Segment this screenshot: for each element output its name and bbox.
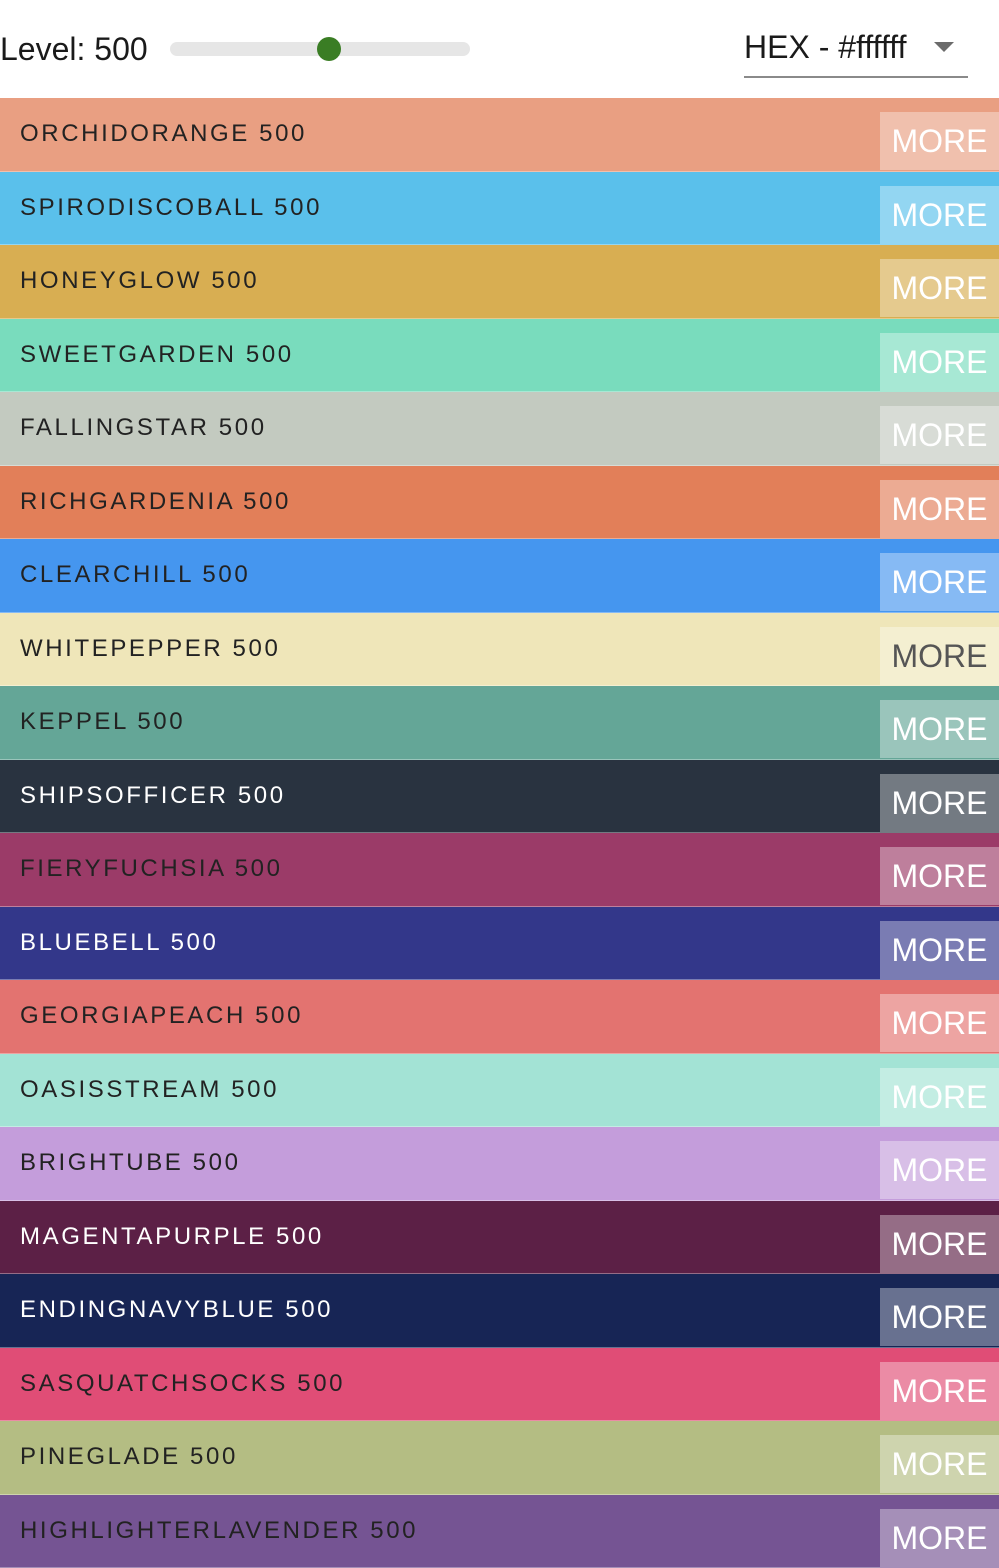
color-row[interactable]: ENDINGNAVYBLUE 500 MORE — [0, 1274, 999, 1348]
level-label: Level: 500 — [0, 31, 148, 67]
color-row[interactable]: CLEARCHILL 500 MORE — [0, 539, 999, 613]
color-row[interactable]: ORCHIDORANGE 500 MORE — [0, 98, 999, 172]
color-name: PINEGLADE 500 — [20, 1443, 238, 1470]
color-name: SWEETGARDEN 500 — [20, 340, 294, 368]
color-name: MAGENTAPURPLE 500 — [20, 1222, 324, 1250]
color-row[interactable]: SPIRODISCOBALL 500 MORE — [0, 171, 999, 245]
color-format-select[interactable]: HEX - #ffffff — [744, 26, 968, 78]
more-button[interactable]: MORE — [880, 1361, 999, 1420]
color-row[interactable]: FIERYFUCHSIA 500 MORE — [0, 833, 999, 907]
more-button[interactable]: MORE — [880, 553, 999, 611]
color-name: ENDINGNAVYBLUE 500 — [20, 1296, 334, 1323]
color-row[interactable]: BLUEBELL 500 MORE — [0, 906, 999, 980]
level-slider[interactable] — [170, 37, 470, 61]
color-row[interactable]: HIGHLIGHTERLAVENDER 500 MORE — [0, 1494, 999, 1568]
more-button[interactable]: MORE — [880, 626, 999, 685]
chevron-down-icon — [934, 42, 954, 52]
more-button[interactable]: MORE — [880, 1435, 999, 1493]
toolbar: Level: 500 HEX - #ffffff — [0, 0, 999, 98]
more-button[interactable]: MORE — [880, 994, 999, 1052]
more-button[interactable]: MORE — [880, 1214, 999, 1273]
color-name: SPIRODISCOBALL 500 — [20, 193, 323, 221]
color-name: GEORGIAPEACH 500 — [20, 1002, 304, 1029]
color-name: FIERYFUCHSIA 500 — [20, 855, 283, 882]
color-name: SHIPSOFFICER 500 — [20, 781, 286, 809]
color-name: WHITEPEPPER 500 — [20, 634, 281, 662]
color-name: ORCHIDORANGE 500 — [20, 120, 307, 147]
more-button[interactable]: MORE — [880, 773, 999, 832]
more-button[interactable]: MORE — [880, 1288, 999, 1346]
color-name: BRIGHTUBE 500 — [20, 1149, 241, 1176]
color-row[interactable]: HONEYGLOW 500 MORE — [0, 245, 999, 319]
color-row[interactable]: SWEETGARDEN 500 MORE — [0, 318, 999, 392]
more-button[interactable]: MORE — [880, 1141, 999, 1199]
color-name: HONEYGLOW 500 — [20, 267, 260, 294]
color-row[interactable]: SHIPSOFFICER 500 MORE — [0, 759, 999, 833]
color-row[interactable]: FALLINGSTAR 500 MORE — [0, 392, 999, 466]
more-button[interactable]: MORE — [880, 112, 999, 170]
color-row[interactable]: OASISSTREAM 500 MORE — [0, 1053, 999, 1127]
color-name: BLUEBELL 500 — [20, 928, 219, 956]
color-row[interactable]: BRIGHTUBE 500 MORE — [0, 1127, 999, 1201]
more-button[interactable]: MORE — [880, 332, 999, 391]
color-name: HIGHLIGHTERLAVENDER 500 — [20, 1516, 419, 1544]
level-slider-thumb[interactable] — [316, 37, 341, 61]
more-button[interactable]: MORE — [880, 700, 999, 758]
color-name: CLEARCHILL 500 — [20, 561, 251, 588]
more-button[interactable]: MORE — [880, 847, 999, 905]
color-row[interactable]: WHITEPEPPER 500 MORE — [0, 612, 999, 686]
color-row[interactable]: SASQUATCHSOCKS 500 MORE — [0, 1347, 999, 1421]
more-button[interactable]: MORE — [880, 479, 999, 538]
color-name: KEPPEL 500 — [20, 708, 186, 735]
color-name: FALLINGSTAR 500 — [20, 414, 267, 441]
more-button[interactable]: MORE — [880, 1067, 999, 1126]
more-button[interactable]: MORE — [880, 259, 999, 317]
color-name: OASISSTREAM 500 — [20, 1075, 280, 1103]
color-format-value: HEX - #ffffff — [744, 29, 907, 65]
color-row[interactable]: RICHGARDENIA 500 MORE — [0, 465, 999, 539]
color-name: SASQUATCHSOCKS 500 — [20, 1369, 346, 1397]
color-list: ORCHIDORANGE 500 MORE SPIRODISCOBALL 500 MO… — [0, 98, 999, 1568]
color-row[interactable]: PINEGLADE 500 MORE — [0, 1421, 999, 1495]
color-row[interactable]: KEPPEL 500 MORE — [0, 686, 999, 760]
color-row[interactable]: GEORGIAPEACH 500 MORE — [0, 980, 999, 1054]
more-button[interactable]: MORE — [880, 920, 999, 979]
color-name: RICHGARDENIA 500 — [20, 487, 292, 515]
color-row[interactable]: MAGENTAPURPLE 500 MORE — [0, 1200, 999, 1274]
more-button[interactable]: MORE — [880, 1508, 999, 1567]
more-button[interactable]: MORE — [880, 185, 999, 244]
more-button[interactable]: MORE — [880, 406, 999, 464]
